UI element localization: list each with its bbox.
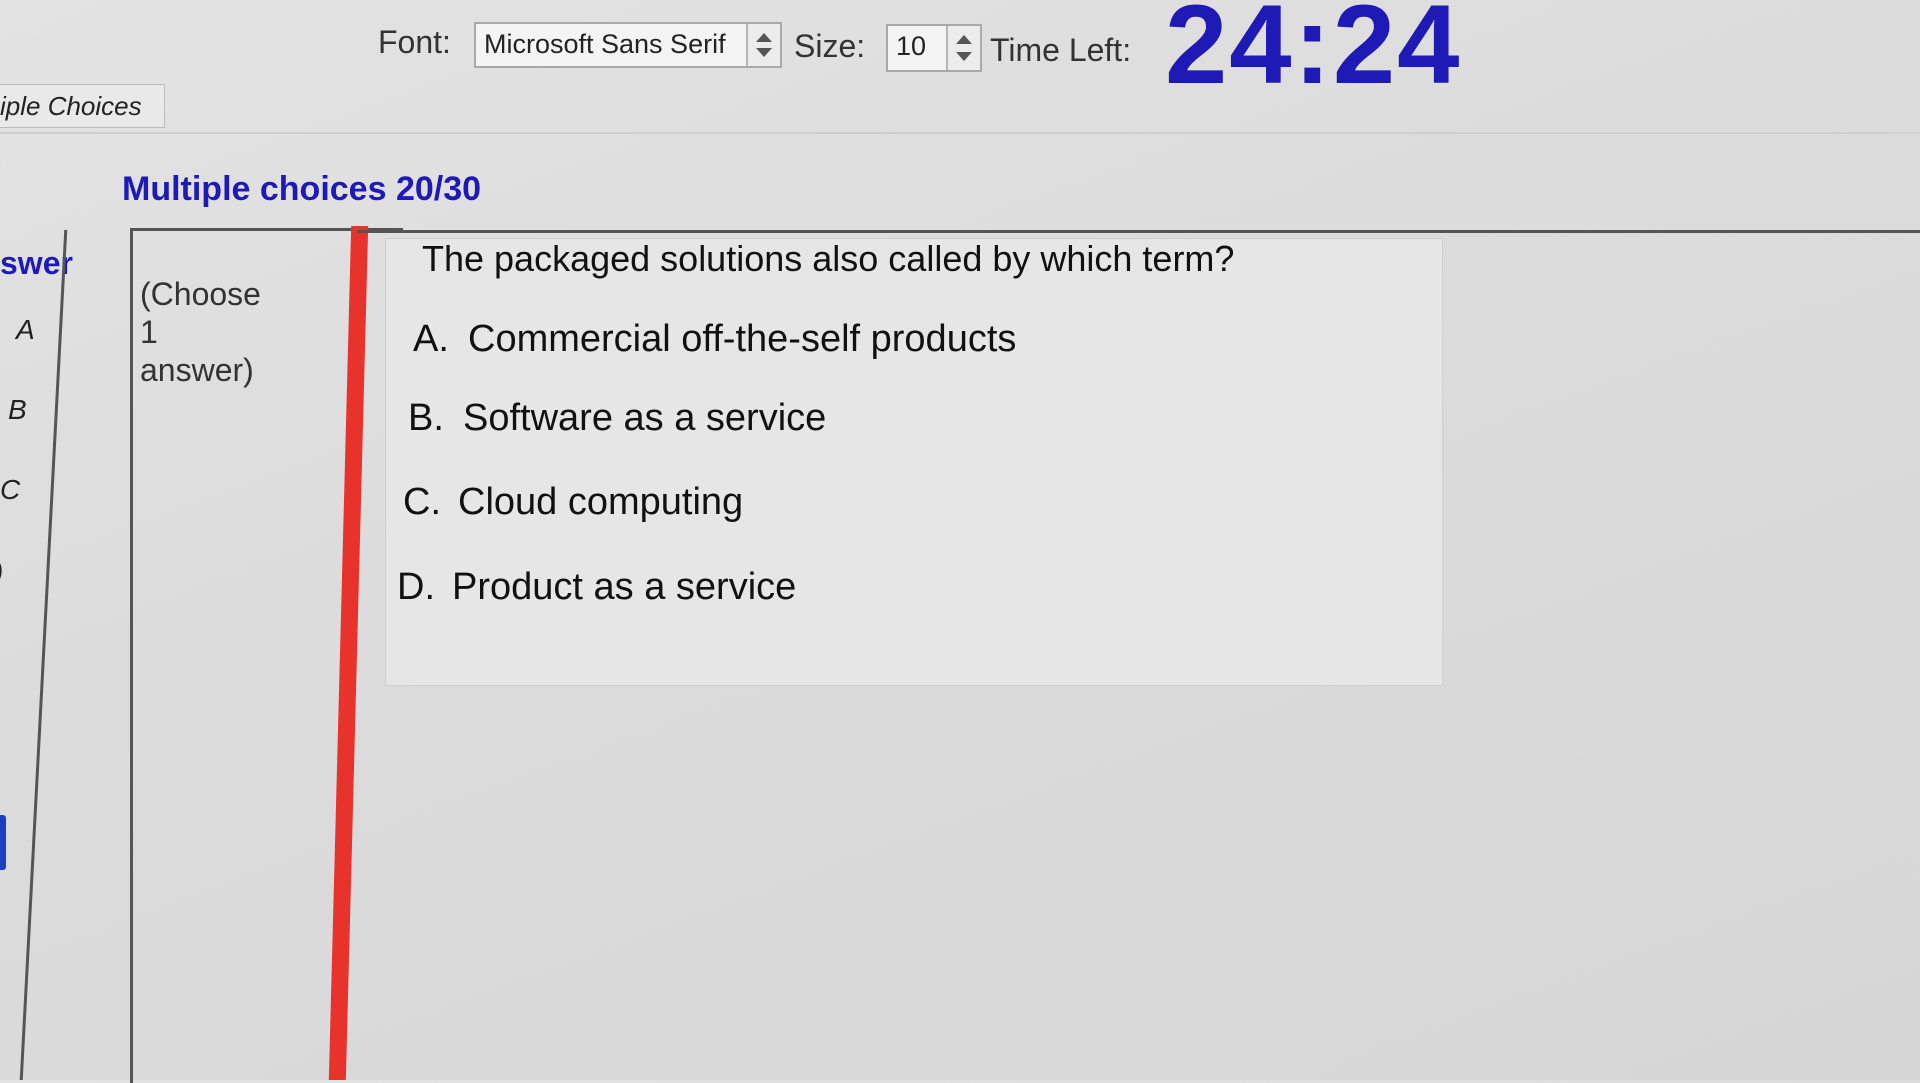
choose-line-3: answer) xyxy=(140,352,254,388)
question-text: The packaged solutions also called by wh… xyxy=(422,238,1235,279)
panel-top-border xyxy=(357,230,1920,233)
option-a-letter: A. xyxy=(413,318,449,360)
tab-multiple-choices[interactable]: iple Choices xyxy=(0,84,165,128)
answer-option-d[interactable]: ) xyxy=(0,556,3,588)
option-d-text: Product as a service xyxy=(452,566,797,608)
option-d[interactable]: D. Product as a service xyxy=(397,566,796,609)
choose-line-1: (Choose xyxy=(140,276,261,312)
option-d-letter: D. xyxy=(397,566,435,608)
toolbar: Font: Microsoft Sans Serif Size: 10 Time… xyxy=(0,0,1920,107)
option-c-letter: C. xyxy=(403,481,441,523)
chevron-down-icon[interactable] xyxy=(756,48,772,57)
size-label: Size: xyxy=(794,28,866,64)
countdown-timer: 24:24 xyxy=(1165,0,1462,107)
answer-option-c[interactable]: C xyxy=(0,474,20,506)
answer-option-a[interactable]: A xyxy=(16,314,35,346)
time-left-label: Time Left: xyxy=(990,32,1132,68)
option-c[interactable]: C. Cloud computing xyxy=(403,481,743,524)
chevron-down-icon[interactable] xyxy=(956,52,972,61)
size-stepper-value: 10 xyxy=(896,31,927,61)
divider xyxy=(0,132,1920,134)
font-select-value: Microsoft Sans Serif xyxy=(484,29,726,59)
chevron-up-icon[interactable] xyxy=(956,35,972,44)
chevron-up-icon[interactable] xyxy=(756,33,772,42)
selection-marker xyxy=(0,815,6,870)
answer-option-b[interactable]: B xyxy=(8,394,27,426)
option-a[interactable]: A. Commercial off-the-self products xyxy=(413,318,1016,361)
choose-line-2: 1 xyxy=(140,314,158,350)
question-panel xyxy=(385,238,1443,686)
option-c-text: Cloud computing xyxy=(458,481,744,523)
font-spinner[interactable] xyxy=(746,24,780,66)
font-label: Font: xyxy=(378,24,451,60)
option-b-letter: B. xyxy=(408,397,444,439)
page-title: Multiple choices 20/30 xyxy=(122,170,482,208)
choose-instruction: (Choose 1 answer) xyxy=(140,275,261,389)
size-stepper[interactable]: 10 xyxy=(886,24,982,72)
font-select[interactable]: Microsoft Sans Serif xyxy=(474,22,782,68)
size-spinner[interactable] xyxy=(946,26,980,70)
option-b[interactable]: B. Software as a service xyxy=(408,397,826,440)
option-b-text: Software as a service xyxy=(463,397,827,439)
option-a-text: Commercial off-the-self products xyxy=(468,318,1017,360)
